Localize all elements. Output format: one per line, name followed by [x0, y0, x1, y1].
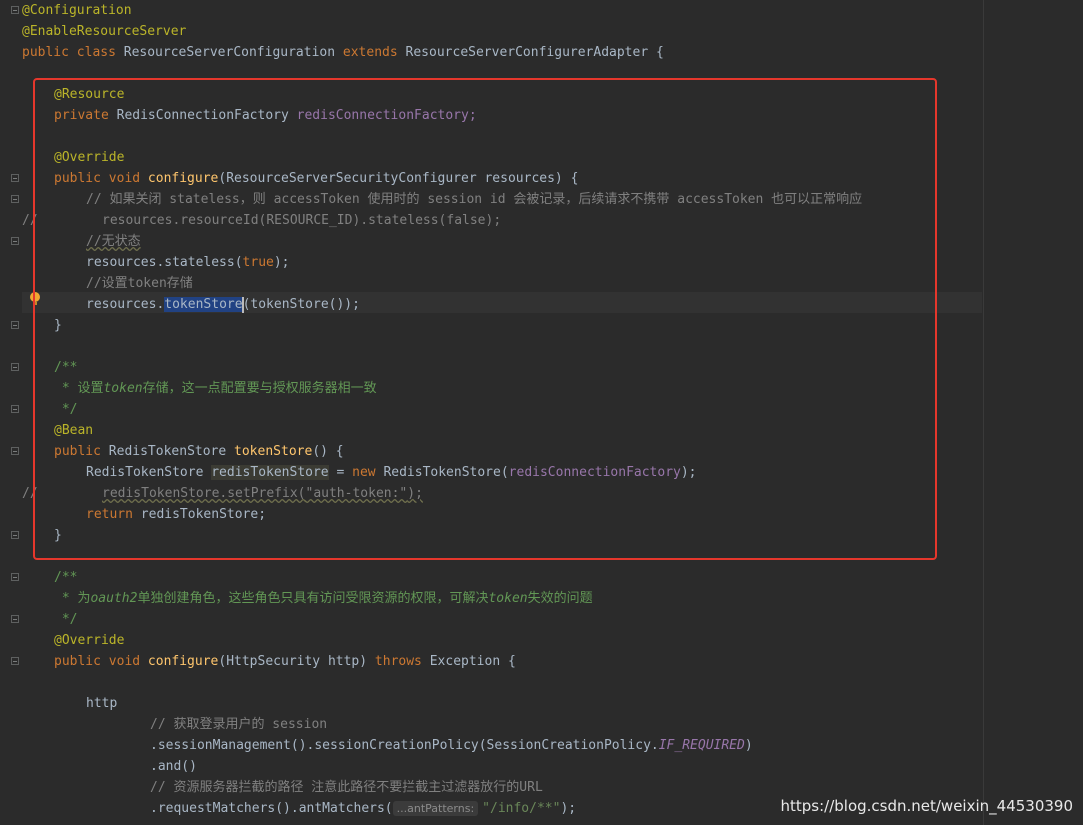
- parameter-hint: ...antPatterns:: [392, 801, 479, 816]
- lightbulb-icon[interactable]: [30, 292, 40, 306]
- code-line[interactable]: http: [86, 693, 117, 714]
- code-line[interactable]: @Configuration: [22, 0, 132, 21]
- fold-marker-icon[interactable]: [11, 195, 19, 203]
- code-line[interactable]: */: [54, 609, 78, 630]
- code-line[interactable]: /**: [54, 567, 77, 588]
- code-line[interactable]: return redisTokenStore;: [86, 504, 266, 525]
- code-line[interactable]: /**: [54, 357, 77, 378]
- code-line[interactable]: .and(): [150, 756, 197, 777]
- code-line[interactable]: public class ResourceServerConfiguration…: [22, 42, 664, 63]
- code-line[interactable]: // 如果关闭 stateless，则 accessToken 使用时的 ses…: [86, 189, 862, 210]
- fold-marker-icon[interactable]: [11, 531, 19, 539]
- watermark: https://blog.csdn.net/weixin_44530390: [780, 797, 1073, 815]
- code-line[interactable]: @Override: [54, 630, 124, 651]
- code-line[interactable]: redisTokenStore.setPrefix("auth-token:")…: [102, 483, 423, 504]
- code-line[interactable]: @Override: [54, 147, 124, 168]
- line-comment-mark: //: [22, 486, 38, 501]
- code-line[interactable]: //设置token存储: [86, 273, 193, 294]
- code-line[interactable]: public RedisTokenStore tokenStore() {: [54, 441, 344, 462]
- code-line[interactable]: @EnableResourceServer: [22, 21, 186, 42]
- right-margin-guide: [983, 0, 984, 825]
- code-line[interactable]: */: [54, 399, 78, 420]
- code-line[interactable]: @Bean: [54, 420, 93, 441]
- fold-marker-icon[interactable]: [11, 657, 19, 665]
- code-line[interactable]: resources.resourceId(RESOURCE_ID).statel…: [102, 210, 501, 231]
- fold-marker-icon[interactable]: [11, 447, 19, 455]
- code-line[interactable]: }: [54, 315, 62, 336]
- code-line[interactable]: .sessionManagement().sessionCreationPoli…: [150, 735, 753, 756]
- fold-marker-icon[interactable]: [11, 363, 19, 371]
- code-line[interactable]: private RedisConnectionFactory redisConn…: [54, 105, 477, 126]
- code-line[interactable]: resources.tokenStore(tokenStore());: [86, 294, 360, 315]
- code-line[interactable]: }: [54, 525, 62, 546]
- code-line[interactable]: RedisTokenStore redisTokenStore = new Re…: [86, 462, 697, 483]
- fold-marker-icon[interactable]: [11, 237, 19, 245]
- code-line[interactable]: * 为oauth2单独创建角色，这些角色只具有访问受限资源的权限，可解决toke…: [54, 588, 593, 609]
- code-line[interactable]: @Resource: [54, 84, 124, 105]
- fold-marker-icon[interactable]: [11, 573, 19, 581]
- code-line[interactable]: public void configure(HttpSecurity http)…: [54, 651, 516, 672]
- code-line[interactable]: .requestMatchers().antMatchers(...antPat…: [150, 798, 576, 819]
- code-line[interactable]: public void configure(ResourceServerSecu…: [54, 168, 578, 189]
- fold-marker-icon[interactable]: [11, 174, 19, 182]
- fold-marker-icon[interactable]: [11, 321, 19, 329]
- fold-marker-icon[interactable]: [11, 615, 19, 623]
- code-line[interactable]: resources.stateless(true);: [86, 252, 290, 273]
- fold-marker-icon[interactable]: [11, 6, 19, 14]
- code-line[interactable]: // 资源服务器拦截的路径 注意此路径不要拦截主过滤器放行的URL: [150, 777, 543, 798]
- line-comment-mark: //: [22, 213, 38, 228]
- selected-text[interactable]: tokenStore: [164, 297, 243, 312]
- code-line[interactable]: //无状态: [86, 231, 141, 252]
- fold-marker-icon[interactable]: [11, 405, 19, 413]
- code-line[interactable]: * 设置token存储，这一点配置要与授权服务器相一致: [54, 378, 377, 399]
- code-line[interactable]: // 获取登录用户的 session: [150, 714, 327, 735]
